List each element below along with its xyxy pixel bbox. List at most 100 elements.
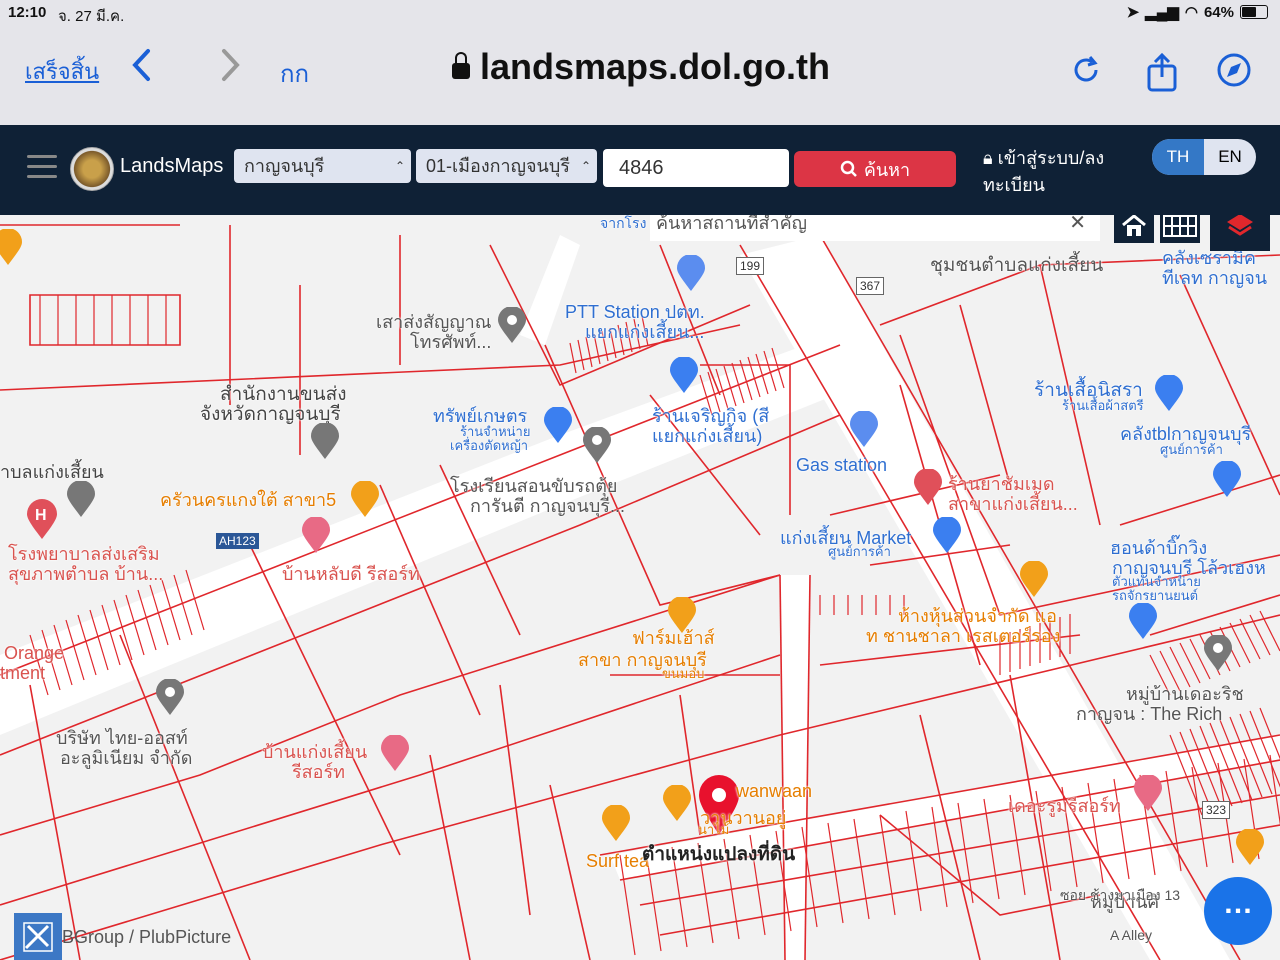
map-label[interactable]: จากโรง — [600, 215, 646, 235]
map-label[interactable]: บ้านหลับดี รีสอร์ท — [282, 559, 420, 588]
dol-logo — [70, 147, 114, 191]
map-label[interactable]: ทีเลท กาญจน — [1162, 263, 1267, 292]
done-button[interactable]: เสร็จสิ้น — [25, 54, 99, 89]
url-text: landsmaps.dol.go.th — [480, 46, 831, 87]
close-icon[interactable]: ✕ — [1069, 215, 1086, 237]
map-label[interactable]: แยกแก่งเสี้ยน... — [585, 317, 704, 346]
map-label[interactable]: กาญจน : The Rich — [1076, 699, 1222, 728]
shopping-cart-pin[interactable] — [670, 356, 698, 398]
place-pin[interactable] — [583, 426, 611, 468]
map-label[interactable]: Gas station — [796, 455, 887, 476]
map-label[interactable]: ศูนย์การค้า — [828, 541, 891, 562]
map-label[interactable]: การันตี กาญจนบุรี... — [470, 491, 625, 520]
layers-icon[interactable] — [1210, 215, 1270, 251]
shop-pin[interactable] — [544, 406, 572, 448]
map-label[interactable]: tment — [0, 663, 45, 684]
home-icon[interactable] — [1114, 215, 1154, 243]
location-icon: ➤ — [1126, 4, 1140, 21]
compass-icon[interactable] — [1216, 52, 1252, 88]
hospital-pin[interactable]: H — [27, 499, 57, 544]
restaurant-pin[interactable] — [668, 596, 696, 638]
status-bar: 12:10 จ. 27 มี.ค. ➤ ▂▄▆ ◠ 64% — [0, 0, 1280, 26]
lang-th-button[interactable]: TH — [1152, 139, 1204, 175]
chevron-right-icon[interactable] — [220, 48, 242, 91]
map-label[interactable]: เดอะรูมรีสอร์ท — [1008, 791, 1121, 820]
hotel-pin[interactable] — [381, 734, 409, 776]
map-label[interactable]: แยกแก่งเสี้ยน) — [652, 421, 762, 450]
map-label[interactable]: อะลูมิเนียม จำกัด — [60, 743, 193, 772]
shop-pin[interactable] — [1129, 602, 1157, 644]
restaurant-pin[interactable] — [663, 784, 691, 826]
select-arrow-icon: ⌃ — [580, 159, 591, 173]
parcel-line — [1179, 642, 1201, 684]
map-label[interactable]: ชุมชนตำบลแก่งเสี้ยน — [930, 250, 1103, 280]
hotel-pin[interactable] — [302, 516, 330, 558]
map-label[interactable]: ซอย ช้างมาเมือง 13 — [1060, 885, 1180, 907]
battery-icon — [1240, 5, 1268, 19]
signal-icon: ▂▄▆ — [1145, 4, 1179, 21]
login-label: เข้าสู่ระบบ/ลงทะเบียน — [983, 148, 1105, 195]
map-label[interactable]: โทรศัพท์... — [410, 327, 491, 356]
side-road — [520, 235, 580, 345]
grid-icon[interactable] — [1160, 215, 1200, 243]
road-shield: 367 — [856, 277, 885, 295]
map-label[interactable]: A Alley — [1110, 927, 1152, 943]
place-pin[interactable] — [156, 678, 184, 720]
place-search-input[interactable]: ค้นหาสถานที่สำคัญ ✕ — [650, 215, 1100, 241]
cafe-pin[interactable] — [602, 804, 630, 846]
reload-icon[interactable] — [1068, 52, 1104, 88]
map-canvas[interactable]: จากโรง ชุมชนตำบลแก่งเสี้ยน คลังเซรามิค ทีเล… — [0, 215, 1280, 960]
lock-icon: 🔒︎ — [983, 148, 993, 168]
shop-pin[interactable] — [1213, 460, 1241, 502]
map-label[interactable]: สาขาแก่งเสี้ยน... — [948, 489, 1078, 518]
map-label[interactable]: ท ชานชาลา เรสเตอร์รอง — [866, 621, 1060, 650]
search-icon — [840, 160, 857, 177]
share-icon[interactable] — [1144, 52, 1180, 92]
gas-station-pin[interactable] — [850, 410, 878, 452]
map-label[interactable]: สุขภาพตำบล บ้าน... — [8, 559, 163, 588]
map-label[interactable]: ครัวนครแกงใต้ สาขา5 — [160, 485, 336, 514]
restaurant-pin[interactable] — [1236, 828, 1264, 870]
map-label[interactable]: นาไม้ — [698, 819, 729, 840]
road-shield: 323 — [1202, 801, 1231, 819]
district-select[interactable]: 01-เมืองกาญจนบุรี ⌃ — [416, 149, 597, 183]
map-label[interactable]: ศูนย์การค้า — [1160, 439, 1223, 460]
province-select[interactable]: กาญจนบุรี ⌃ — [234, 149, 411, 183]
map-label[interactable]: รีสอร์ท — [292, 757, 345, 786]
parcel-number-input[interactable] — [603, 149, 789, 187]
map-label[interactable]: Surf tea — [586, 851, 649, 872]
parcel-line — [957, 802, 974, 904]
gas-station-pin[interactable] — [677, 254, 705, 296]
map-label[interactable]: ขนมอบ — [662, 663, 704, 684]
restaurant-pin[interactable] — [1020, 560, 1048, 602]
search-button[interactable]: ค้นหา — [794, 151, 956, 187]
address-bar[interactable]: landsmaps.dol.go.th — [452, 46, 830, 88]
map-label[interactable]: เครื่องตัดหญ้า — [450, 435, 528, 456]
place-pin[interactable] — [1204, 634, 1232, 676]
edit-tools-icon[interactable] — [14, 913, 62, 960]
parcel-line — [1269, 754, 1280, 826]
pharmacy-pin[interactable] — [914, 468, 942, 510]
login-link[interactable]: 🔒︎ เข้าสู่ระบบ/ลงทะเบียน — [983, 145, 1123, 199]
province-select-value: กาญจนบุรี — [244, 156, 325, 176]
browser-toolbar: เสร็จสิ้น กก landsmaps.dol.go.th — [0, 26, 1280, 125]
language-toggle[interactable]: TH EN — [1152, 139, 1256, 175]
more-options-button[interactable]: … — [1204, 877, 1272, 945]
menu-icon[interactable] — [27, 155, 57, 179]
market-pin[interactable] — [933, 516, 961, 558]
place-pin[interactable] — [498, 306, 526, 348]
government-pin[interactable] — [311, 422, 339, 464]
chevron-left-icon[interactable] — [130, 48, 152, 91]
shop-pin[interactable] — [1155, 374, 1183, 416]
restaurant-pin[interactable] — [351, 480, 379, 522]
text-size-button[interactable]: กก — [280, 54, 309, 93]
map-label[interactable]: ร้านเสื้อผ้าสตรี — [1062, 395, 1144, 416]
search-label: ค้นหา — [863, 159, 911, 180]
lang-en-button[interactable]: EN — [1204, 139, 1256, 175]
hotel-pin[interactable] — [1134, 774, 1162, 816]
government-pin[interactable] — [67, 480, 95, 522]
map-label[interactable]: Orange — [4, 643, 64, 664]
map-label[interactable]: wanwaan — [736, 781, 812, 802]
restaurant-pin[interactable] — [0, 228, 22, 270]
parcel-line — [1249, 614, 1271, 656]
